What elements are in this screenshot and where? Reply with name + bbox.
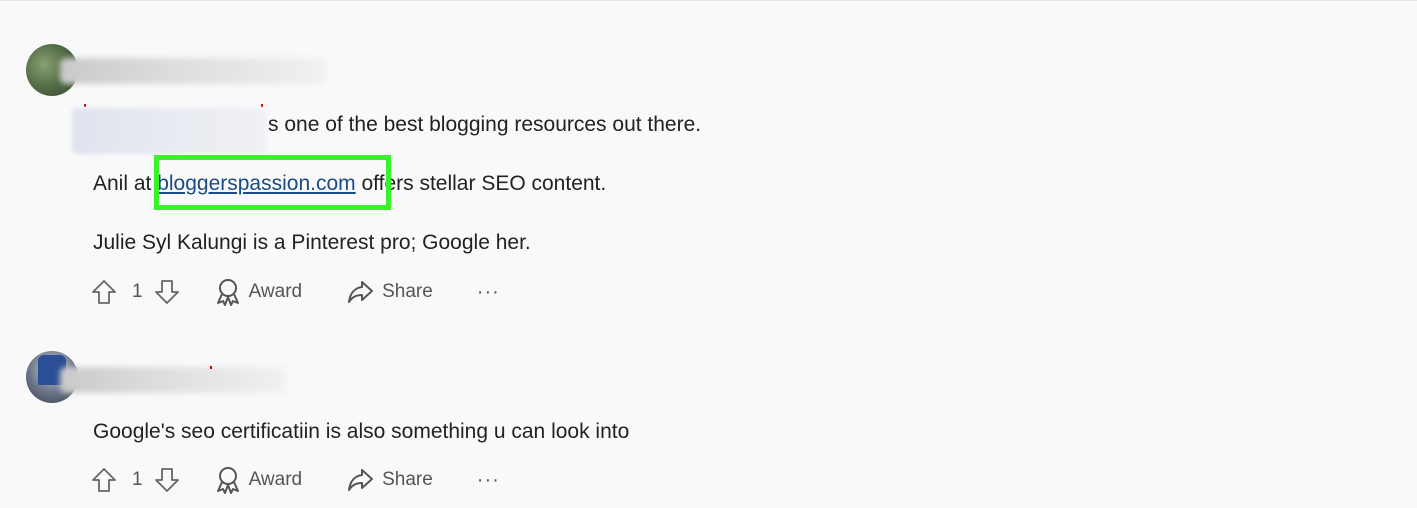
decor-mark xyxy=(84,104,86,107)
arrow-down-icon xyxy=(154,468,179,492)
username-redacted[interactable] xyxy=(60,58,326,84)
more-options-button[interactable]: ··· xyxy=(477,281,500,304)
downvote-button[interactable] xyxy=(153,278,181,306)
more-options-button[interactable]: ··· xyxy=(477,469,500,492)
comment-actions: 1 Award Share ··· xyxy=(90,277,500,307)
award-ribbon-icon xyxy=(216,279,239,306)
decor-mark xyxy=(210,366,212,369)
comment-paragraph: s one of the best blogging resources out… xyxy=(268,113,702,136)
username-redacted[interactable] xyxy=(60,367,286,393)
comment-paragraph: Google's seo certificatiin is also somet… xyxy=(93,420,630,443)
arrow-up-icon xyxy=(92,468,116,492)
award-label: Award xyxy=(248,281,303,302)
downvote-button[interactable] xyxy=(153,466,181,494)
share-arrow-icon xyxy=(348,469,374,491)
share-label: Share xyxy=(382,469,433,490)
comment-paragraph: Julie Syl Kalungi is a Pinterest pro; Go… xyxy=(93,231,531,254)
link-highlight-box xyxy=(154,155,391,210)
upvote-button[interactable] xyxy=(90,466,118,494)
award-ribbon-icon xyxy=(216,467,239,494)
vote-count: 1 xyxy=(132,469,143,490)
award-label: Award xyxy=(248,469,303,490)
arrow-up-icon xyxy=(92,280,116,304)
share-button[interactable]: Share xyxy=(346,279,433,305)
more-dots-icon: ··· xyxy=(476,468,500,491)
comment-actions: 1 Award Share ··· xyxy=(90,465,500,495)
share-label: Share xyxy=(382,281,433,302)
link-line-prefix: Anil at xyxy=(93,172,158,195)
redacted-text xyxy=(72,108,266,154)
award-button[interactable]: Award xyxy=(215,466,303,494)
upvote-button[interactable] xyxy=(90,278,118,306)
more-dots-icon: ··· xyxy=(476,280,500,303)
share-button[interactable]: Share xyxy=(346,467,433,493)
decor-mark xyxy=(261,104,263,107)
award-button[interactable]: Award xyxy=(215,278,303,306)
share-arrow-icon xyxy=(348,281,374,303)
arrow-down-icon xyxy=(154,280,179,304)
top-divider xyxy=(0,0,1417,1)
vote-count: 1 xyxy=(132,281,143,302)
link-line-suffix: offers stellar SEO content. xyxy=(355,172,607,195)
